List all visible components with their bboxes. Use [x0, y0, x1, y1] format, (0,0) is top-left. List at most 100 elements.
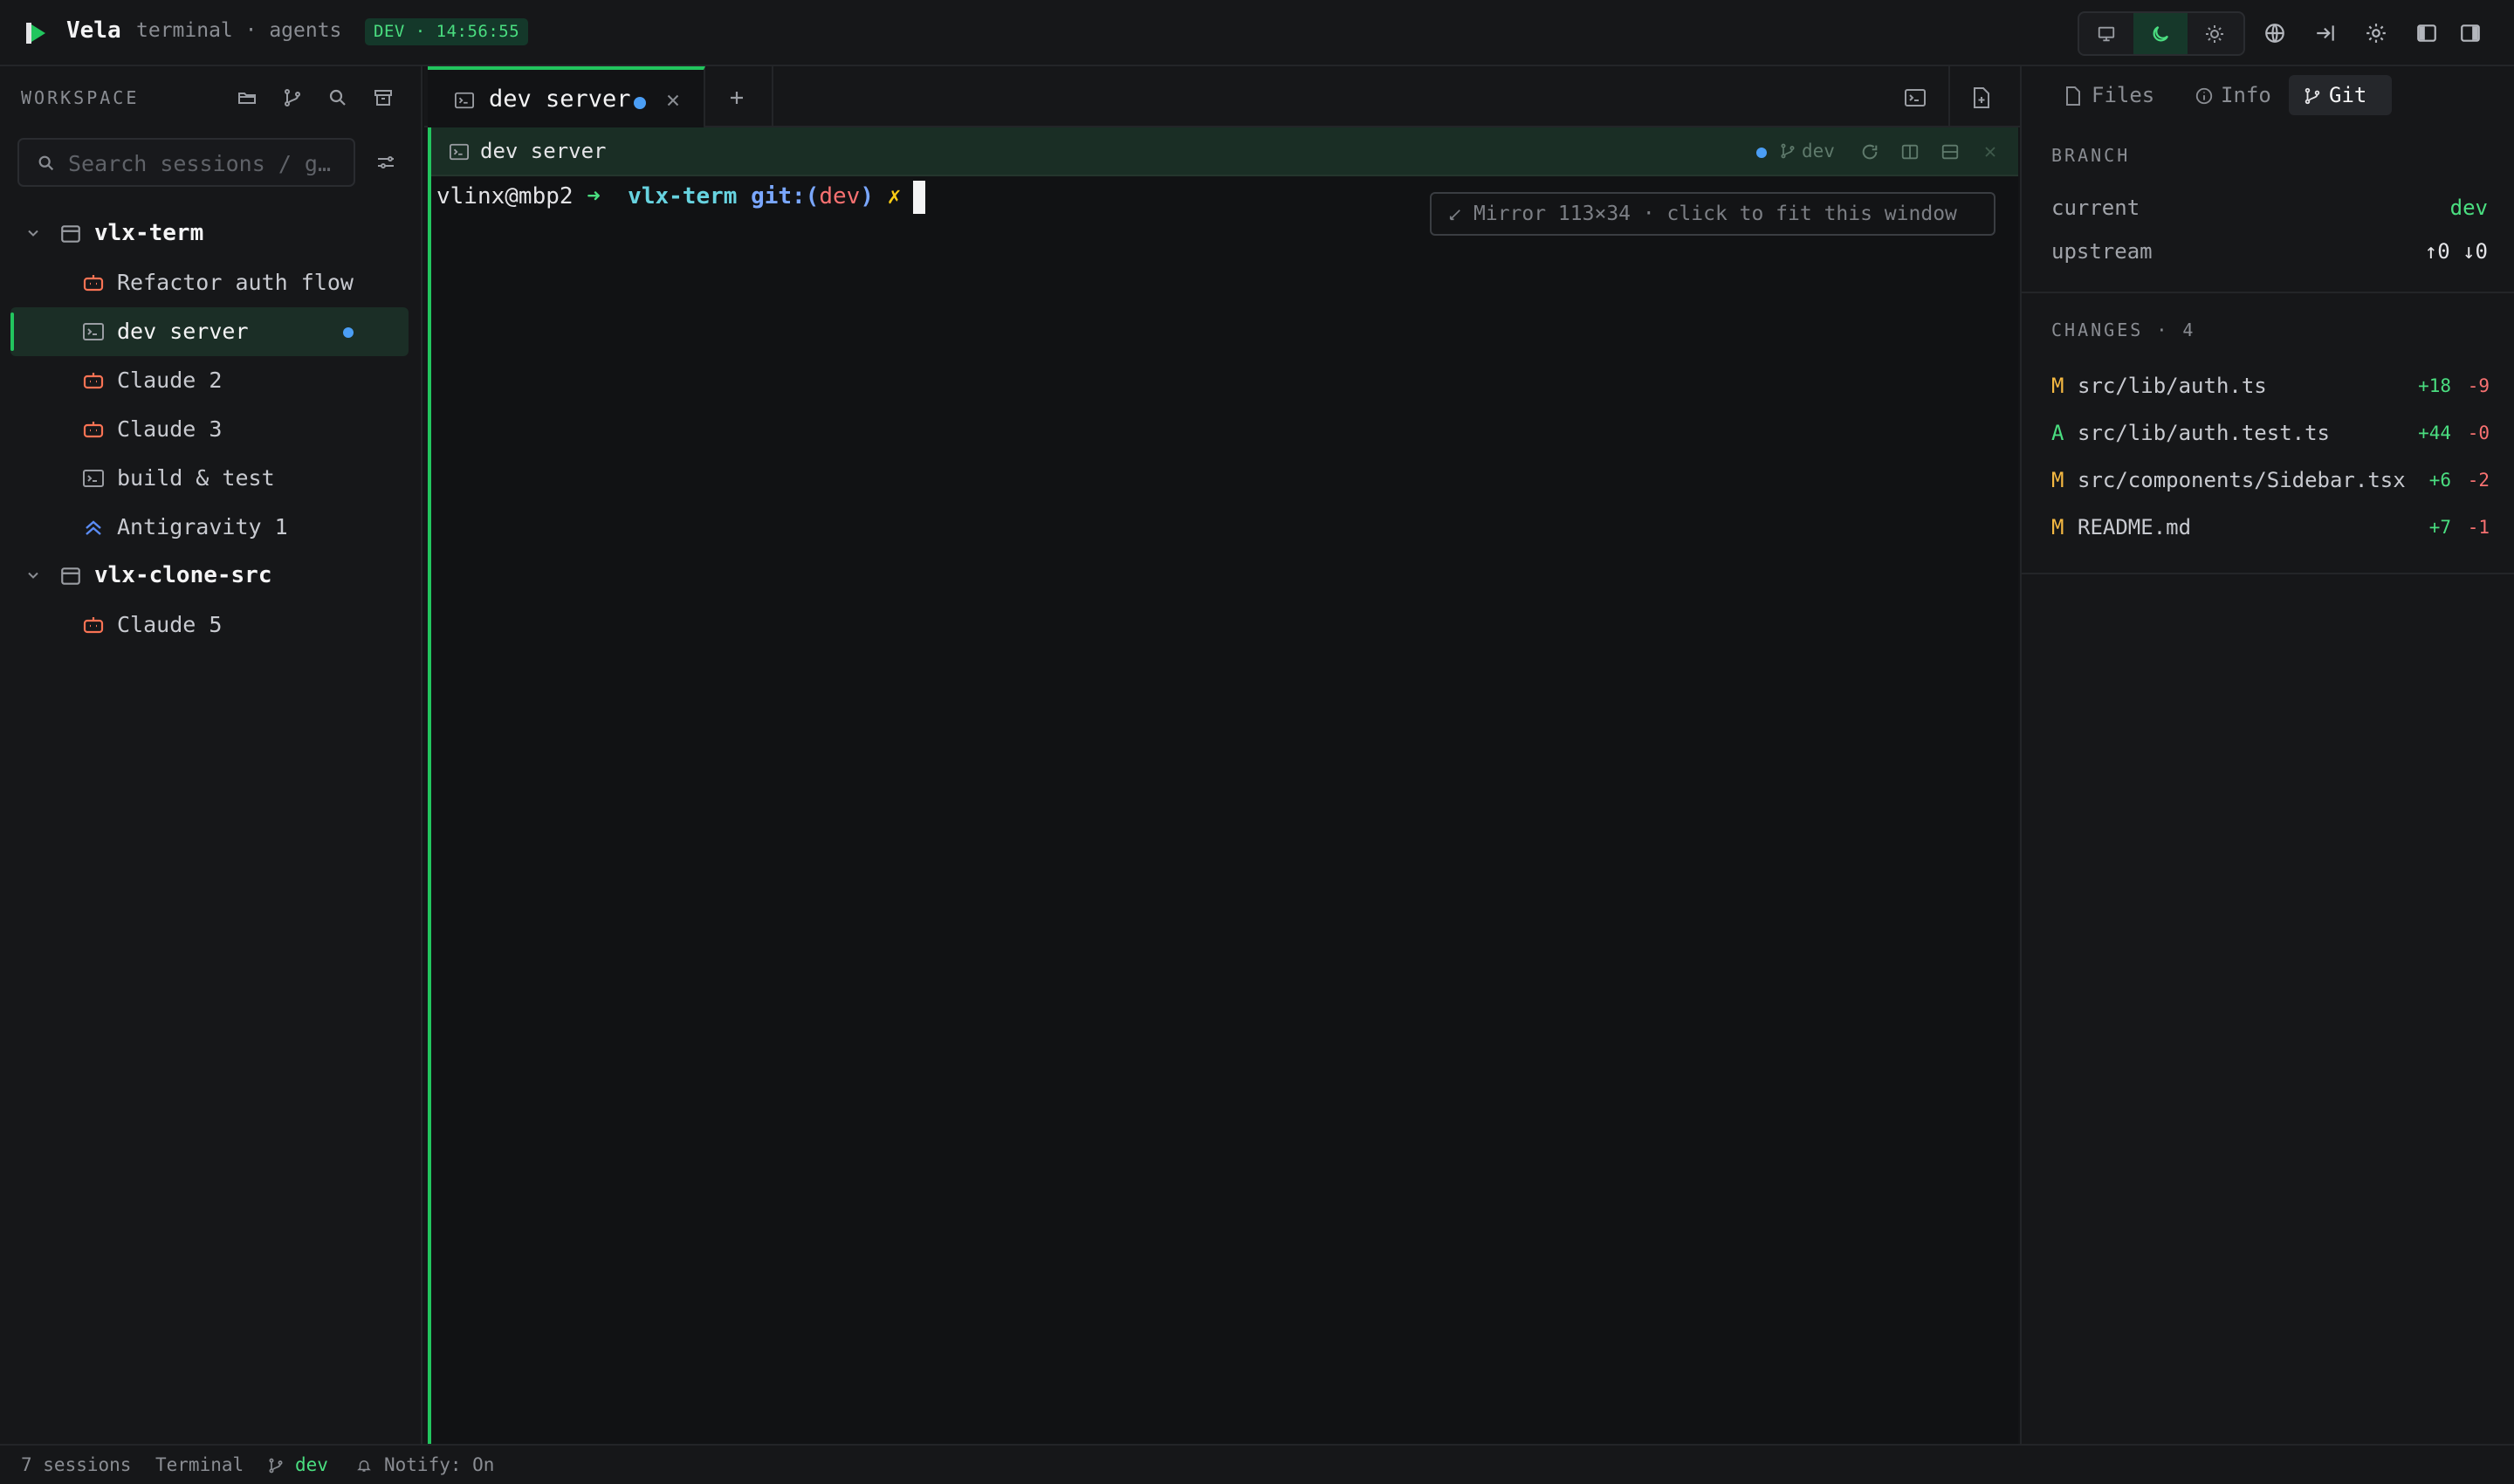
- robot-icon: [83, 422, 104, 438]
- archive-button[interactable]: [368, 83, 398, 113]
- app-name: Vela: [66, 17, 121, 44]
- close-icon[interactable]: [663, 91, 683, 110]
- chevron-down-icon: [28, 230, 38, 237]
- lines-removed: -0: [2467, 423, 2490, 443]
- search-icon: [38, 155, 54, 171]
- tab-label: Files: [2092, 83, 2155, 107]
- split-vertical-button[interactable]: [1898, 140, 1922, 164]
- session-item-refactor-auth-flow[interactable]: Refactor auth flow: [10, 258, 409, 307]
- open-folder-button[interactable]: [232, 83, 262, 113]
- robot-icon: [83, 373, 104, 389]
- terminal-output[interactable]: [431, 176, 2018, 1444]
- file-plus-icon: [1974, 87, 1989, 108]
- terminal-icon: [455, 92, 474, 109]
- close-icon: [1985, 147, 1995, 157]
- settings-button[interactable]: [2360, 17, 2392, 49]
- change-status: M: [2051, 515, 2064, 539]
- project-group-vlx-clone-src[interactable]: vlx-clone-src: [0, 553, 422, 597]
- mirror-fit-button[interactable]: Mirror 113×34 · click to fit this window: [1430, 192, 1995, 236]
- sidebar-search-button[interactable]: [323, 83, 353, 113]
- terminal-icon: [450, 143, 469, 161]
- tab-git[interactable]: Git: [2289, 75, 2392, 115]
- tab-info[interactable]: Info: [2181, 75, 2296, 115]
- unread-dot: [1756, 148, 1767, 158]
- app-subtitle: terminal · agents: [136, 19, 342, 42]
- change-status: M: [2051, 374, 2064, 398]
- change-status: M: [2051, 468, 2064, 492]
- session-item-build-and-test[interactable]: build & test: [10, 454, 409, 503]
- browser-button[interactable]: [2259, 17, 2291, 49]
- prompt-directory: vlx-term: [628, 183, 738, 210]
- project-window-icon: [61, 567, 80, 585]
- changed-file-row[interactable]: A src/lib/auth.test.ts +44 -0: [2051, 421, 2490, 456]
- status-bar: 7 sessions Terminal dev Notify: On: [0, 1444, 2514, 1484]
- section-divider: [2022, 292, 2514, 293]
- sign-in-button[interactable]: [2310, 17, 2341, 49]
- toggle-left-panel-button[interactable]: [2411, 17, 2442, 49]
- changed-file-row[interactable]: M README.md +7 -1: [2051, 515, 2490, 550]
- prompt-git-prefix: git:(: [751, 183, 820, 210]
- session-tab-bar: dev server: [424, 66, 2020, 127]
- current-branch-label: current: [2051, 196, 2140, 220]
- project-name: vlx-term: [94, 220, 204, 246]
- double-chevron-up-icon: [86, 520, 101, 535]
- toggle-right-panel-button[interactable]: [2455, 17, 2486, 49]
- split-horizontal-button[interactable]: [1938, 140, 1962, 164]
- session-item-claude-2[interactable]: Claude 2: [10, 356, 409, 405]
- filter-sessions-button[interactable]: [370, 147, 402, 178]
- session-item-antigravity-1[interactable]: Antigravity 1: [10, 503, 409, 552]
- session-label: Claude 5: [117, 612, 223, 637]
- lines-removed: -9: [2467, 375, 2490, 396]
- theme-system-button[interactable]: [2079, 13, 2133, 54]
- session-item-dev-server[interactable]: dev server: [10, 307, 409, 356]
- unread-dot: [634, 97, 646, 109]
- lines-removed: -1: [2467, 517, 2490, 538]
- app-window: Vela terminal · agents DEV · 14:56:55 WO…: [0, 0, 2514, 1484]
- prompt-user: vlinx@mbp2: [436, 183, 574, 210]
- bell-icon: [357, 1460, 371, 1472]
- git-branch-icon: [285, 89, 300, 106]
- monitor-icon: [2098, 26, 2115, 41]
- workspace-sidebar: WORKSPACE vlx-term Refactor auth fl: [0, 66, 422, 1444]
- terminal-icon: [1905, 89, 1926, 106]
- lines-added: +6: [2428, 470, 2451, 491]
- sign-in-icon: [2317, 25, 2334, 41]
- left-panel-icon: [2417, 24, 2436, 42]
- session-search-input[interactable]: [68, 147, 347, 180]
- section-divider: [2022, 573, 2514, 574]
- notify-toggle[interactable]: Notify: On: [384, 1454, 494, 1475]
- refresh-icon: [1862, 144, 1878, 160]
- project-group-vlx-term[interactable]: vlx-term: [0, 211, 422, 255]
- new-file-button[interactable]: [1966, 82, 1997, 113]
- change-path: src/lib/auth.test.ts: [2078, 421, 2330, 445]
- lines-added: +18: [2418, 375, 2451, 396]
- restart-session-button[interactable]: [1858, 140, 1882, 164]
- changed-file-row[interactable]: M src/lib/auth.ts +18 -9: [2051, 374, 2490, 409]
- new-tab-button[interactable]: [721, 82, 752, 113]
- archive-icon: [374, 90, 392, 106]
- close-pane-button[interactable]: [1978, 140, 2002, 164]
- status-branch: dev: [295, 1454, 328, 1475]
- tab-label: dev server: [489, 86, 631, 113]
- filter-sliders-icon: [378, 156, 394, 168]
- session-item-claude-3[interactable]: Claude 3: [10, 405, 409, 454]
- tab-dev-server[interactable]: dev server: [428, 66, 705, 127]
- terminal-view-button[interactable]: [1899, 82, 1931, 113]
- theme-dark-button[interactable]: [2133, 13, 2188, 54]
- chevron-down-icon: [28, 572, 38, 579]
- project-name: vlx-clone-src: [94, 562, 272, 588]
- tab-files[interactable]: Files: [2051, 75, 2161, 115]
- session-search-box: [17, 138, 355, 187]
- theme-light-button[interactable]: [2188, 13, 2242, 54]
- new-worktree-button[interactable]: [278, 83, 307, 113]
- change-path: src/lib/auth.ts: [2078, 374, 2267, 398]
- change-path: README.md: [2078, 515, 2192, 539]
- prompt-branch: dev: [819, 183, 861, 210]
- changed-file-row[interactable]: M src/components/Sidebar.tsx +6 -2: [2051, 468, 2490, 503]
- tab-separator: [1948, 66, 1950, 127]
- changes-section-title: CHANGES · 4: [2051, 319, 2196, 340]
- session-item-claude-5[interactable]: Claude 5: [10, 601, 409, 649]
- git-branch-icon: [269, 1458, 283, 1474]
- search-icon: [329, 89, 346, 106]
- pane-branch: dev: [1802, 141, 1835, 161]
